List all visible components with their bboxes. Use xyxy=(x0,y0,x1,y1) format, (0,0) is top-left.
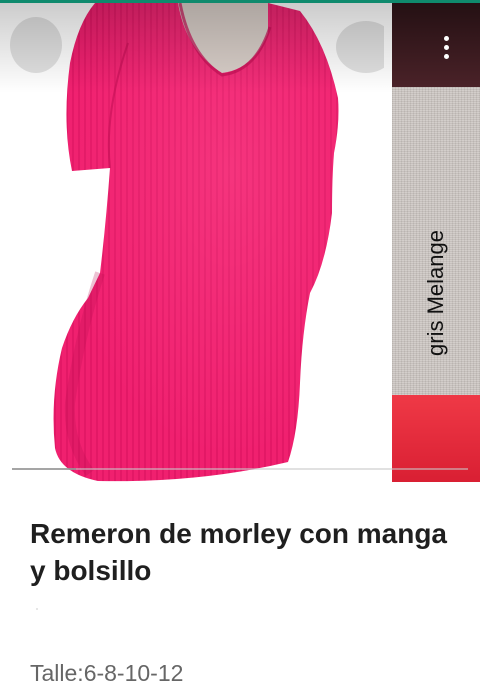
product-title: Remeron de morley con manga y bolsillo xyxy=(30,518,448,586)
size-info: Talle:6-8-10-12 xyxy=(30,660,184,686)
photo-top-shade xyxy=(0,3,392,93)
gallery-scroll-thumb[interactable] xyxy=(12,468,76,470)
divider-dot xyxy=(36,608,38,610)
gallery-scrollbar[interactable] xyxy=(12,468,468,470)
swatch-photo[interactable]: gris Melange xyxy=(392,3,480,482)
image-gallery[interactable]: gris Melange xyxy=(0,3,480,482)
more-vert-icon[interactable] xyxy=(428,29,464,65)
swatch-caption: gris Melange xyxy=(423,230,448,356)
